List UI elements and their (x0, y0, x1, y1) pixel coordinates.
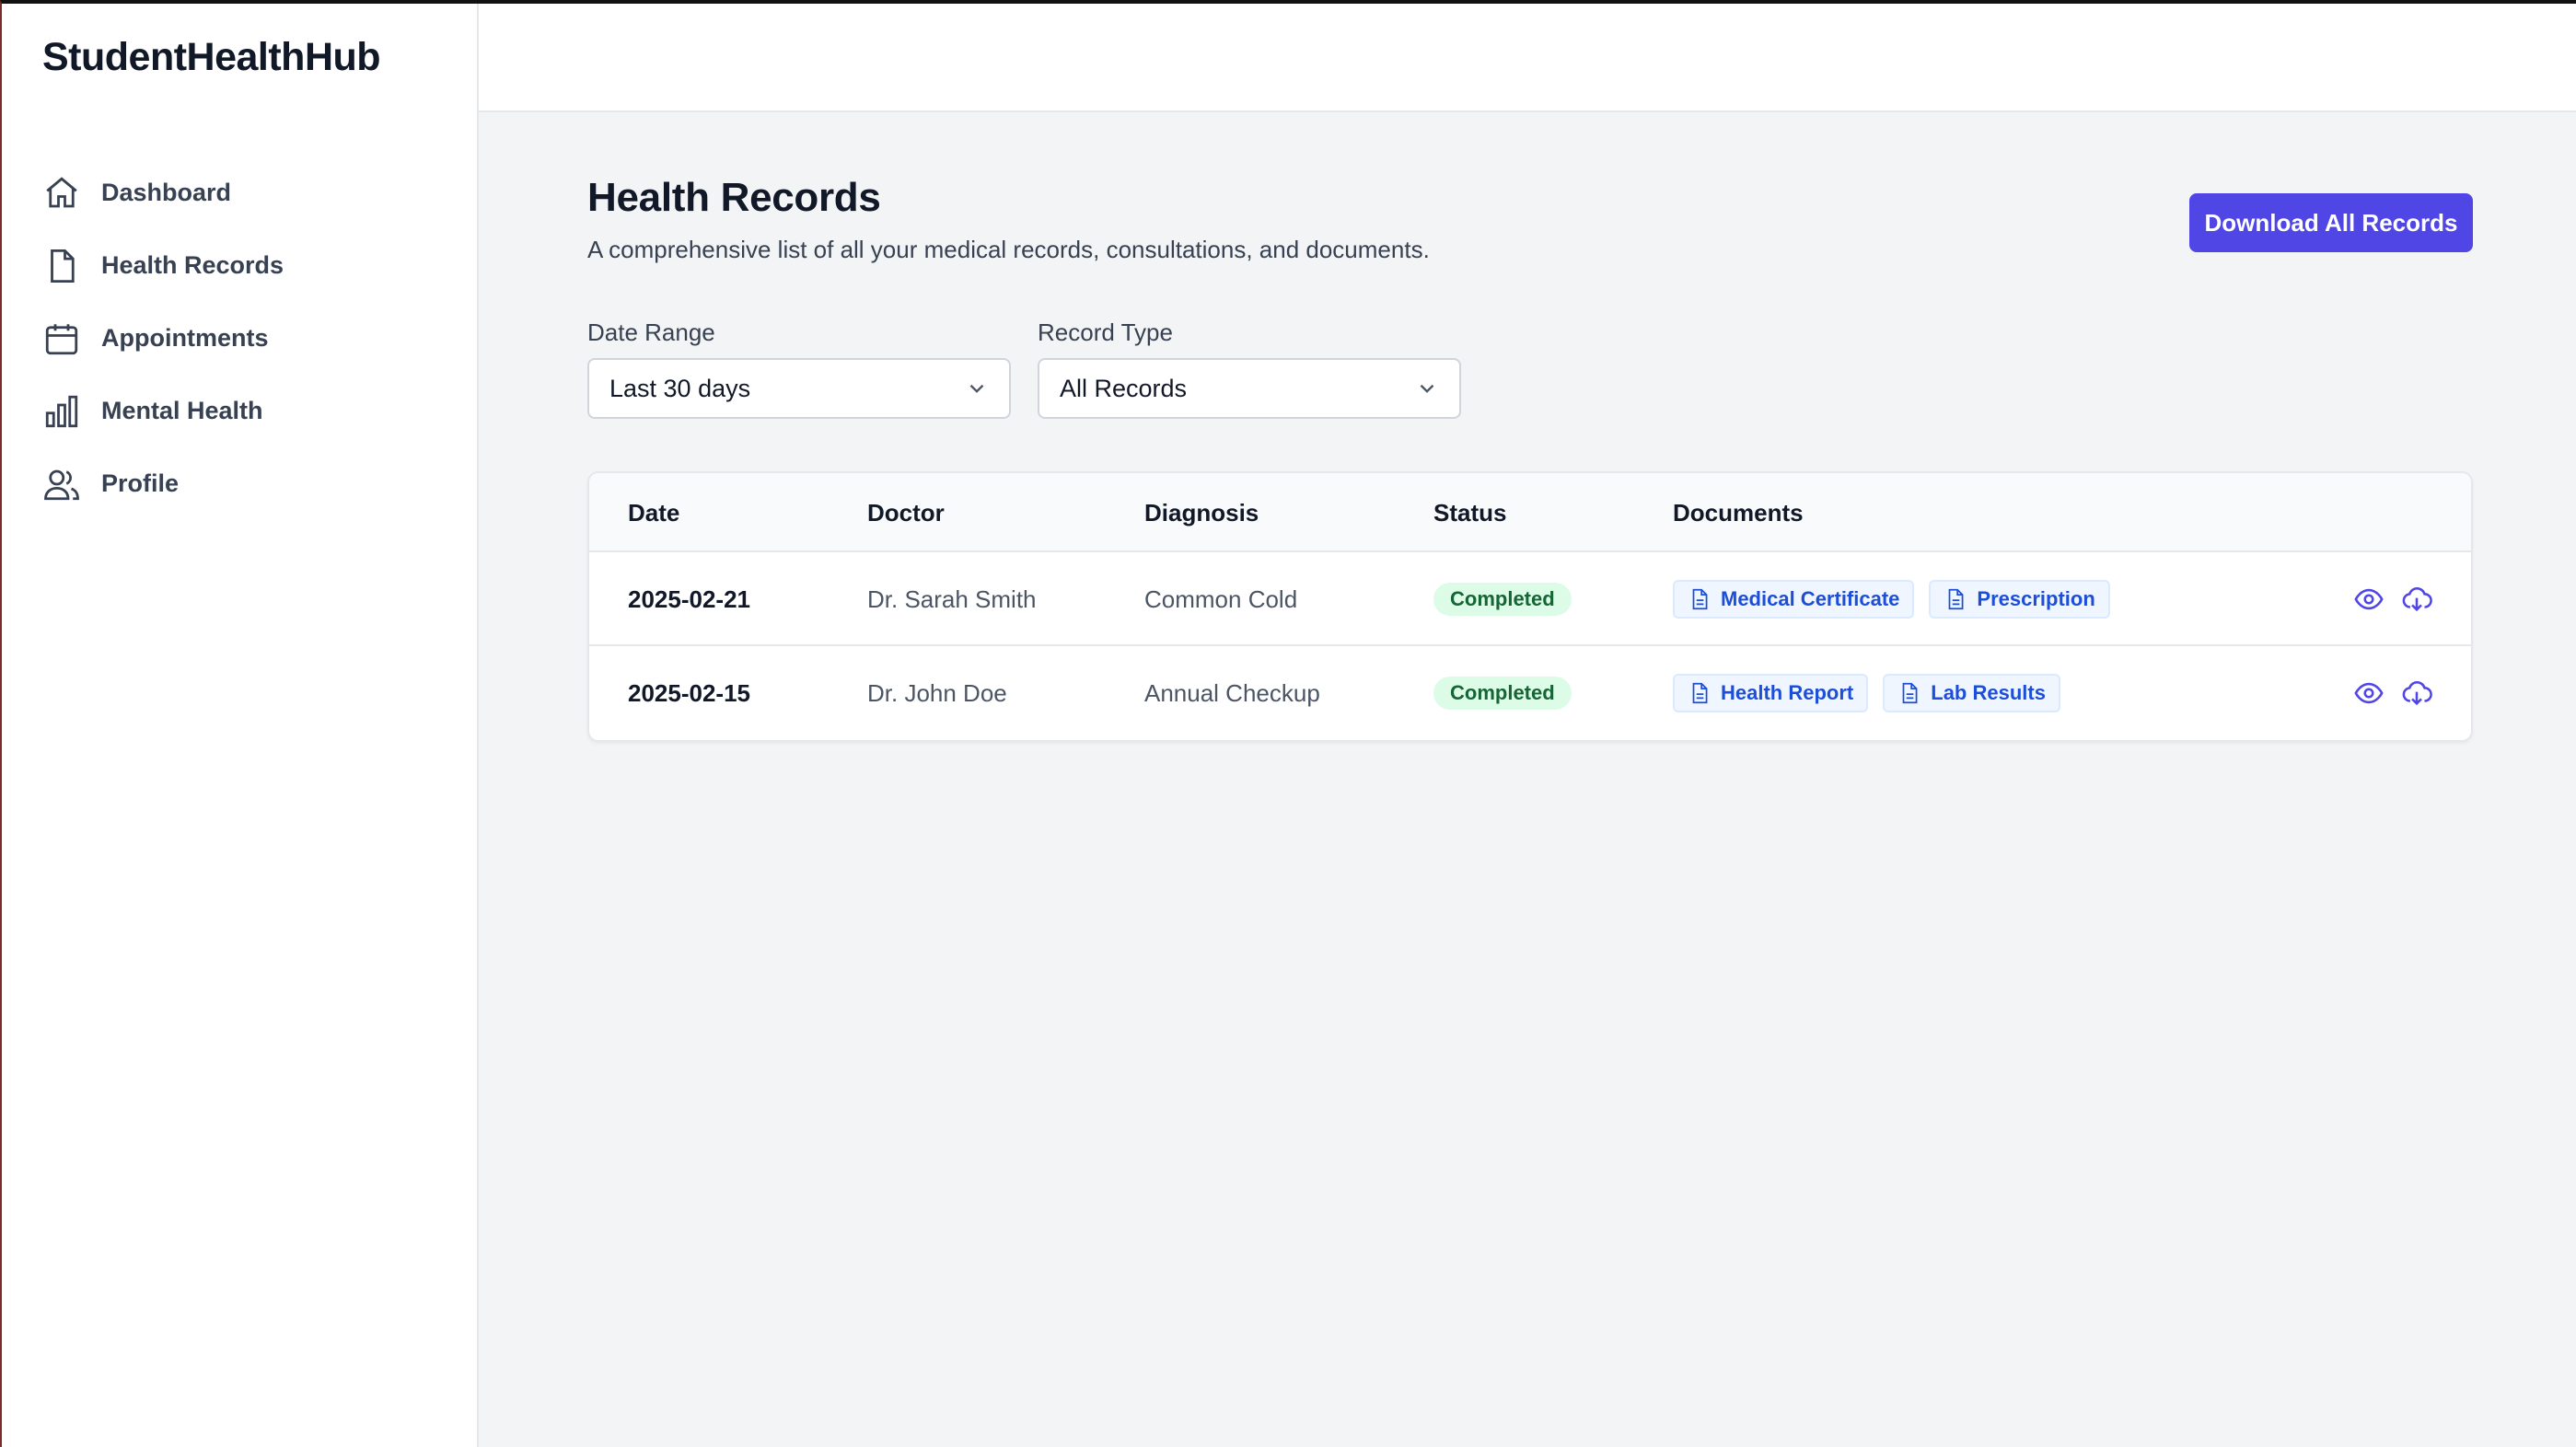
date-range-filter: Date Range Last 30 days (587, 318, 1011, 419)
sidebar-item-label: Dashboard (101, 179, 232, 206)
column-header-doctor[interactable]: Doctor (867, 473, 945, 552)
date-range-label: Date Range (587, 318, 715, 346)
record-diagnosis: Annual Checkup (1144, 679, 1320, 707)
documents-list: Medical Certificate Prescription (1673, 580, 2110, 619)
sidebar-item-label: Profile (101, 469, 180, 497)
document-icon (1949, 588, 1964, 610)
document-link-medical-certificate[interactable]: Medical Certificate (1673, 580, 1915, 619)
documents-list: Health Report Lab Results (1673, 674, 2060, 712)
record-type-filter: Record Type All Records (1038, 318, 1461, 419)
record-type-value: All Records (1060, 374, 1188, 402)
sidebar-item-mental-health[interactable]: Mental Health (42, 375, 284, 447)
table-row: 2025-02-21 Dr. Sarah Smith Common Cold C… (589, 552, 2471, 646)
document-link-health-report[interactable]: Health Report (1673, 674, 1869, 712)
chevron-down-icon (1420, 384, 1434, 393)
brand-logo[interactable]: StudentHealthHub (42, 35, 381, 80)
top-bar (479, 4, 2576, 112)
sidebar-item-appointments[interactable]: Appointments (42, 302, 284, 375)
document-link-lab-results[interactable]: Lab Results (1883, 674, 2060, 712)
date-range-select[interactable]: Last 30 days (587, 358, 1011, 419)
column-header-documents[interactable]: Documents (1673, 473, 1804, 552)
page-title: Health Records (587, 175, 881, 220)
record-doctor: Dr. John Doe (867, 679, 1007, 707)
record-type-select[interactable]: All Records (1038, 358, 1461, 419)
table-header: Date Doctor Diagnosis Status Documents (589, 473, 2471, 552)
record-date: 2025-02-21 (628, 585, 750, 613)
document-link-label: Health Report (1721, 681, 1854, 704)
status-badge: Completed (1433, 583, 1572, 616)
cloud-download-icon[interactable] (2401, 677, 2432, 709)
record-doctor: Dr. Sarah Smith (867, 585, 1037, 613)
sidebar-item-label: Health Records (101, 251, 284, 279)
column-header-diagnosis[interactable]: Diagnosis (1144, 473, 1259, 552)
column-header-status[interactable]: Status (1433, 473, 1506, 552)
record-type-label: Record Type (1038, 318, 1173, 346)
column-header-date[interactable]: Date (628, 473, 679, 552)
table-row: 2025-02-15 Dr. John Doe Annual Checkup C… (589, 646, 2471, 740)
app-window: StudentHealthHub Dashboard Health Record… (0, 0, 2576, 1447)
view-eye-icon[interactable] (2353, 677, 2385, 709)
sidebar-item-profile[interactable]: Profile (42, 447, 284, 520)
sidebar-item-dashboard[interactable]: Dashboard (42, 156, 284, 229)
health-records-table: Date Doctor Diagnosis Status Documents 2… (587, 471, 2473, 742)
record-diagnosis: Common Cold (1144, 585, 1298, 613)
document-link-label: Lab Results (1931, 681, 2046, 704)
record-date: 2025-02-15 (628, 679, 750, 707)
document-icon (1692, 682, 1708, 704)
row-actions (2353, 677, 2432, 709)
document-link-label: Medical Certificate (1721, 587, 1900, 610)
status-badge: Completed (1433, 677, 1572, 710)
view-eye-icon[interactable] (2353, 584, 2385, 615)
page-subtitle: A comprehensive list of all your medical… (587, 236, 1430, 263)
chevron-down-icon (969, 384, 984, 393)
users-icon (44, 469, 79, 500)
home-icon (46, 176, 77, 207)
document-icon (1692, 588, 1708, 610)
cloud-download-icon[interactable] (2401, 584, 2432, 615)
sidebar-nav: Dashboard Health Records Appointments Me… (42, 156, 284, 520)
document-link-label: Prescription (1977, 587, 2095, 610)
bar-chart-icon (45, 395, 78, 427)
sidebar: StudentHealthHub Dashboard Health Record… (2, 4, 479, 1447)
download-all-records-button[interactable]: Download All Records (2189, 193, 2473, 252)
document-icon (1902, 682, 1918, 704)
calendar-icon (45, 323, 78, 354)
date-range-value: Last 30 days (609, 374, 751, 402)
sidebar-item-label: Appointments (101, 324, 269, 352)
document-icon (51, 249, 75, 283)
sidebar-item-label: Mental Health (101, 397, 263, 424)
row-actions (2353, 584, 2432, 615)
document-link-prescription[interactable]: Prescription (1929, 580, 2110, 619)
sidebar-item-health-records[interactable]: Health Records (42, 229, 284, 302)
